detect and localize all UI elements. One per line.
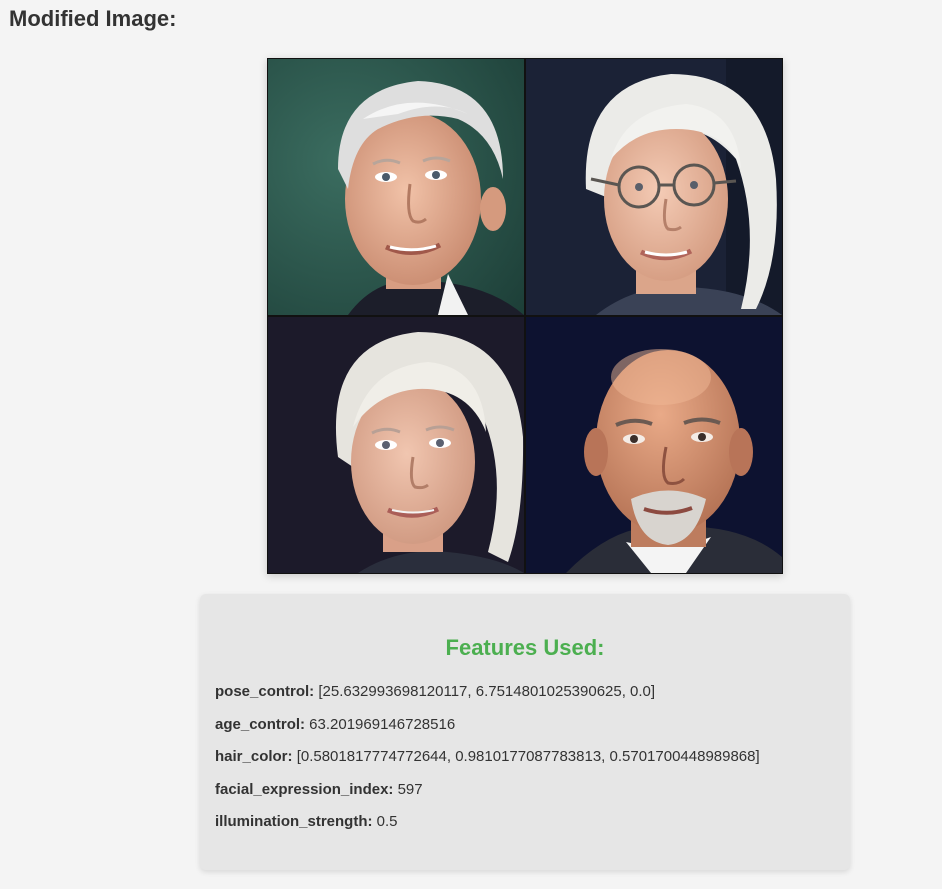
- face-tile-bottom-right: [526, 317, 782, 573]
- feature-age-control: age_control: 63.201969146728516: [215, 715, 835, 735]
- feature-key: hair_color:: [215, 748, 293, 765]
- features-list: pose_control: [25.632993698120117, 6.751…: [215, 682, 835, 832]
- feature-key: facial_expression_index:: [215, 780, 394, 798]
- face-tile-top-left: [268, 59, 524, 315]
- feature-hair-color: hair_color: [0.5801817774772644, 0.98101…: [215, 747, 835, 767]
- page-title: Modified Image:: [9, 6, 177, 31]
- feature-value: 597: [393, 780, 423, 798]
- feature-pose-control: pose_control: [25.632993698120117, 6.751…: [215, 682, 835, 702]
- feature-key: pose_control:: [215, 683, 315, 700]
- modified-image-grid: [267, 58, 783, 574]
- face-tile-top-right: [526, 59, 782, 315]
- feature-illumination-strength: illumination_strength: 0.5: [215, 812, 835, 832]
- feature-key: illumination_strength:: [215, 813, 373, 830]
- feature-key: age_control:: [215, 715, 306, 733]
- features-title: Features Used:: [445, 635, 605, 660]
- feature-facial-expression-index: facial_expression_index: 597: [215, 780, 835, 800]
- feature-value: [25.632993698120117, 6.7514801025390625,…: [314, 683, 656, 700]
- feature-value: 63.201969146728516: [305, 715, 456, 733]
- feature-value: [0.5801817774772644, 0.9810177087783813,…: [292, 748, 760, 765]
- face-tile-bottom-left: [268, 317, 524, 573]
- feature-value: 0.5: [372, 813, 398, 830]
- features-panel: Features Used: pose_control: [25.6329936…: [200, 594, 850, 870]
